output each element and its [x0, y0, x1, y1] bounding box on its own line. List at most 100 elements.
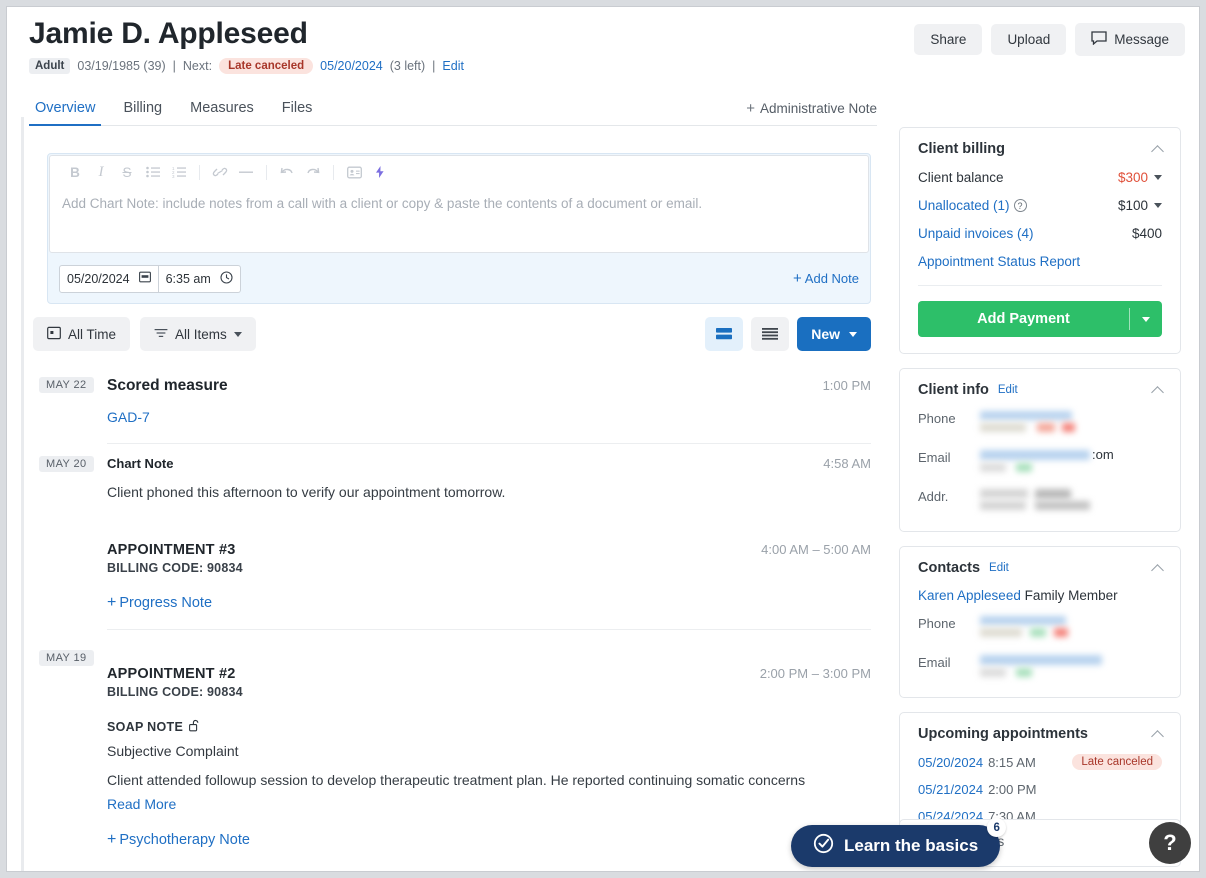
- unpaid-invoices-link[interactable]: Unpaid invoices (4): [918, 226, 1034, 241]
- section-tabs: Overview Billing Measures Files + Admini…: [29, 95, 877, 126]
- status-badge: Late canceled: [219, 58, 314, 74]
- chart-note-editor[interactable]: B I S 123 Add Chart Note: include notes …: [49, 155, 869, 253]
- card-view-toggle[interactable]: [705, 317, 744, 351]
- contact-person-name[interactable]: Karen Appleseed: [918, 588, 1021, 603]
- add-psychotherapy-note-label: Psychotherapy Note: [119, 832, 250, 848]
- upload-button[interactable]: Upload: [991, 24, 1067, 55]
- collapse-chevron-icon[interactable]: [1153, 385, 1164, 396]
- edit-client-link[interactable]: Edit: [442, 59, 464, 73]
- measure-link-gad7[interactable]: GAD-7: [107, 409, 871, 425]
- activity-timeline[interactable]: MAY 22 Scored measure 1:00 PM GAD-7 MAY …: [7, 365, 883, 871]
- timeline-entry-appointment-3[interactable]: APPOINTMENT #3 4:00 AM – 5:00 AM BILLING…: [107, 520, 871, 630]
- client-overview-page: Jamie D. Appleseed Adult 03/19/1985 (39)…: [7, 7, 1199, 871]
- new-item-button[interactable]: New: [797, 317, 871, 351]
- tab-measures[interactable]: Measures: [176, 100, 268, 125]
- unallocated-value-group[interactable]: $100: [1118, 198, 1162, 213]
- entry-title: Chart Note: [107, 456, 174, 471]
- client-phone-label: Phone: [918, 411, 956, 426]
- help-icon[interactable]: ?: [1013, 199, 1027, 212]
- tab-billing-label: Billing: [123, 100, 163, 116]
- upcoming-appointment-item[interactable]: 05/20/2024 8:15 AM Late canceled: [918, 754, 1162, 770]
- upcoming-appointments-title-label: Upcoming appointments: [918, 726, 1088, 742]
- entry-billing-code: BILLING CODE: 90834: [107, 561, 243, 575]
- timeline-entry-scored-measure[interactable]: Scored measure 1:00 PM GAD-7: [107, 365, 871, 444]
- entry-time: 4:58 AM: [823, 456, 871, 471]
- client-balance-value-group[interactable]: $300: [1118, 170, 1162, 185]
- add-payment-button[interactable]: Add Payment: [918, 301, 1162, 337]
- add-administrative-note-button[interactable]: + Administrative Note: [746, 101, 877, 116]
- calendar-icon: [138, 271, 151, 286]
- contacts-card: Contacts Edit Karen Appleseed Family Mem…: [899, 546, 1181, 698]
- contact-email-value-redacted: [980, 655, 1162, 681]
- soap-subjective-heading: Subjective Complaint: [107, 743, 239, 759]
- undo-icon[interactable]: [274, 160, 300, 184]
- redo-icon[interactable]: [300, 160, 326, 184]
- collapse-chevron-icon[interactable]: [1153, 729, 1164, 740]
- all-items-filter-button[interactable]: All Items: [140, 317, 256, 351]
- entry-time: 1:00 PM: [822, 378, 871, 393]
- all-time-filter-button[interactable]: All Time: [33, 317, 131, 351]
- next-appointment-date[interactable]: 05/20/2024: [320, 59, 383, 73]
- bullet-list-icon[interactable]: [140, 160, 166, 184]
- upcoming-appointments-title: Upcoming appointments: [918, 726, 1162, 742]
- horizontal-rule-icon[interactable]: [233, 160, 259, 184]
- timeline-entry-chart-note[interactable]: Chart Note 4:58 AM Client phoned this af…: [107, 444, 871, 520]
- ai-assist-icon[interactable]: [367, 160, 393, 184]
- help-button[interactable]: ?: [1149, 822, 1191, 864]
- insert-card-icon[interactable]: [341, 160, 367, 184]
- appointment-status-badge: Late canceled: [1072, 754, 1162, 770]
- add-progress-note-button[interactable]: + Progress Note: [107, 594, 871, 612]
- list-view-toggle[interactable]: [751, 317, 790, 351]
- learn-the-basics-button[interactable]: Learn the basics 6: [791, 818, 1007, 867]
- client-meta-line: Adult 03/19/1985 (39) | Next: Late cance…: [29, 58, 1179, 74]
- upload-button-label: Upload: [1007, 32, 1051, 47]
- plus-icon: +: [746, 100, 755, 117]
- client-phone-row: Phone: [918, 411, 1162, 437]
- chart-note-placeholder: Add Chart Note: include notes from a cal…: [62, 196, 703, 211]
- date-badge: MAY 22: [39, 377, 94, 393]
- unlock-icon: [189, 719, 201, 735]
- add-payment-dropdown[interactable]: [1130, 316, 1162, 322]
- date-badge: MAY 20: [39, 456, 94, 472]
- message-button[interactable]: Message: [1075, 23, 1185, 56]
- add-psychotherapy-note-button[interactable]: + Psychotherapy Note: [107, 832, 871, 849]
- upcoming-appointment-item[interactable]: 05/21/2024 2:00 PM: [918, 782, 1162, 797]
- note-time-input[interactable]: 6:35 am: [158, 264, 241, 293]
- age-category-badge: Adult: [29, 58, 71, 74]
- share-button[interactable]: Share: [914, 24, 983, 55]
- contacts-edit-link[interactable]: Edit: [989, 562, 1009, 574]
- client-info-edit-link[interactable]: Edit: [998, 384, 1018, 396]
- appointment-status-report-row: Appointment Status Report: [918, 254, 1162, 269]
- filter-icon: [154, 327, 168, 342]
- numbered-list-icon[interactable]: 123: [166, 160, 192, 184]
- bold-icon[interactable]: B: [62, 160, 88, 184]
- new-item-label: New: [811, 326, 840, 342]
- tab-overview[interactable]: Overview: [29, 100, 109, 126]
- plus-icon: +: [107, 594, 117, 611]
- collapse-chevron-icon[interactable]: [1153, 563, 1164, 574]
- add-note-label: Add Note: [804, 271, 859, 286]
- entry-time: 4:00 AM – 5:00 AM: [761, 542, 871, 557]
- soap-note-heading[interactable]: SOAP NOTE: [107, 719, 871, 735]
- add-note-button[interactable]: + Add Note: [793, 271, 859, 286]
- read-more-link[interactable]: Read More: [107, 796, 871, 812]
- collapse-chevron-icon[interactable]: [1153, 144, 1164, 155]
- soap-note-label: SOAP NOTE: [107, 720, 184, 734]
- unpaid-invoices-value: $400: [1131, 226, 1162, 241]
- timeline-entry-appointment-2[interactable]: APPOINTMENT #2 2:00 PM – 3:00 PM BILLING…: [107, 648, 871, 866]
- strikethrough-icon[interactable]: S: [114, 160, 140, 184]
- contacts-title: Contacts Edit: [918, 560, 1162, 576]
- plus-icon: +: [793, 270, 802, 287]
- contacts-title-label: Contacts: [918, 560, 981, 576]
- tab-billing[interactable]: Billing: [109, 100, 176, 125]
- appointment-status-report-link[interactable]: Appointment Status Report: [918, 254, 1080, 269]
- unallocated-link[interactable]: Unallocated (1): [918, 198, 1010, 213]
- share-button-label: Share: [930, 32, 967, 47]
- note-date-input[interactable]: 05/20/2024: [59, 264, 159, 293]
- note-date-value: 05/20/2024: [67, 271, 130, 286]
- tab-files[interactable]: Files: [268, 100, 327, 125]
- italic-icon[interactable]: I: [88, 160, 114, 184]
- timeline-row: APPOINTMENT #3 4:00 AM – 5:00 AM BILLING…: [7, 520, 883, 630]
- contact-phone-value-redacted: [980, 616, 1162, 642]
- link-icon[interactable]: [207, 160, 233, 184]
